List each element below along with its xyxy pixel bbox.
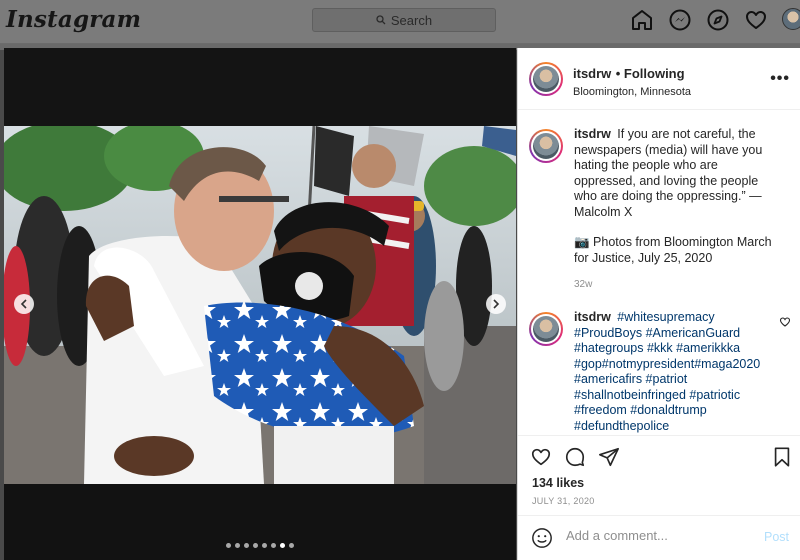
author-info: itsdrw • Following Bloomington, Minnesot… <box>573 65 691 98</box>
home-icon[interactable] <box>630 8 654 32</box>
caption-username[interactable]: itsdrw <box>574 127 611 141</box>
photo-illustration <box>4 126 516 484</box>
post-location[interactable]: Bloomington, Minnesota <box>573 86 691 98</box>
carousel-dot <box>253 543 258 548</box>
profile-avatar[interactable] <box>782 8 800 30</box>
emoji-smiley-icon[interactable] <box>531 527 553 549</box>
like-comment-heart-icon[interactable] <box>779 316 791 328</box>
post-side-panel: itsdrw • Following Bloomington, Minnesot… <box>517 48 800 560</box>
post-comment-button[interactable]: Post <box>764 530 789 544</box>
comment-item: itsdrw #whitesupremacy #ProudBoys #Ameri… <box>518 310 800 435</box>
caption-author-avatar[interactable] <box>529 129 563 163</box>
chevron-right-icon <box>493 299 500 309</box>
share-paper-plane-icon[interactable] <box>598 446 620 468</box>
chevron-left-icon <box>20 299 27 309</box>
carousel-dot <box>226 543 231 548</box>
post-header: itsdrw • Following Bloomington, Minnesot… <box>518 48 800 110</box>
commenter-username[interactable]: itsdrw <box>574 310 611 324</box>
carousel-dots <box>4 543 516 548</box>
like-heart-icon[interactable] <box>530 446 552 468</box>
post-photo[interactable] <box>4 126 516 484</box>
carousel-dot <box>244 543 249 548</box>
comment-text: itsdrw #whitesupremacy #ProudBoys #Ameri… <box>574 310 775 435</box>
caption-age[interactable]: 32w <box>574 279 775 290</box>
carousel-dot <box>280 543 285 548</box>
search-placeholder: Search <box>390 12 433 28</box>
post-media[interactable] <box>4 48 516 560</box>
media-letterbox-top <box>4 48 516 126</box>
comment-input[interactable] <box>566 528 756 543</box>
carousel-dot <box>235 543 240 548</box>
carousel-dot <box>262 543 267 548</box>
comment-bubble-icon[interactable] <box>564 446 586 468</box>
media-letterbox-bottom <box>4 484 516 560</box>
comment-hashtags[interactable]: #whitesupremacy #ProudBoys #AmericanGuar… <box>574 310 760 435</box>
carousel-dot <box>271 543 276 548</box>
add-comment-bar: Post <box>518 515 800 560</box>
instagram-logo[interactable]: Instagram <box>6 6 141 33</box>
carousel-next-button[interactable] <box>486 294 506 314</box>
author-username[interactable]: itsdrw <box>573 66 611 81</box>
activity-heart-icon[interactable] <box>744 8 768 32</box>
caption-comment: itsdrw If you are not careful, the newsp… <box>518 127 800 290</box>
nav-icon-group <box>630 8 800 32</box>
carousel-dot <box>289 543 294 548</box>
post-date[interactable]: JULY 31, 2020 <box>532 496 595 506</box>
post-actions: 134 likes JULY 31, 2020 <box>518 435 800 515</box>
messenger-icon[interactable] <box>668 8 692 32</box>
likes-count[interactable]: 134 likes <box>532 476 584 490</box>
caption-text: itsdrw If you are not careful, the newsp… <box>574 127 775 220</box>
top-navbar: Instagram Search <box>0 0 800 44</box>
search-icon <box>376 15 386 25</box>
author-avatar[interactable] <box>529 62 563 96</box>
explore-icon[interactable] <box>706 8 730 32</box>
following-status[interactable]: • Following <box>616 66 685 81</box>
search-box[interactable]: Search <box>312 8 496 32</box>
commenter-avatar[interactable] <box>529 312 563 346</box>
action-icon-group <box>530 446 620 468</box>
save-bookmark-icon[interactable] <box>771 446 793 468</box>
caption-photo-credit: 📷 Photos from Bloomington March for Just… <box>574 235 772 265</box>
carousel-prev-button[interactable] <box>14 294 34 314</box>
more-options-button[interactable]: ••• <box>770 70 790 88</box>
comments-section[interactable]: itsdrw If you are not careful, the newsp… <box>518 110 800 435</box>
